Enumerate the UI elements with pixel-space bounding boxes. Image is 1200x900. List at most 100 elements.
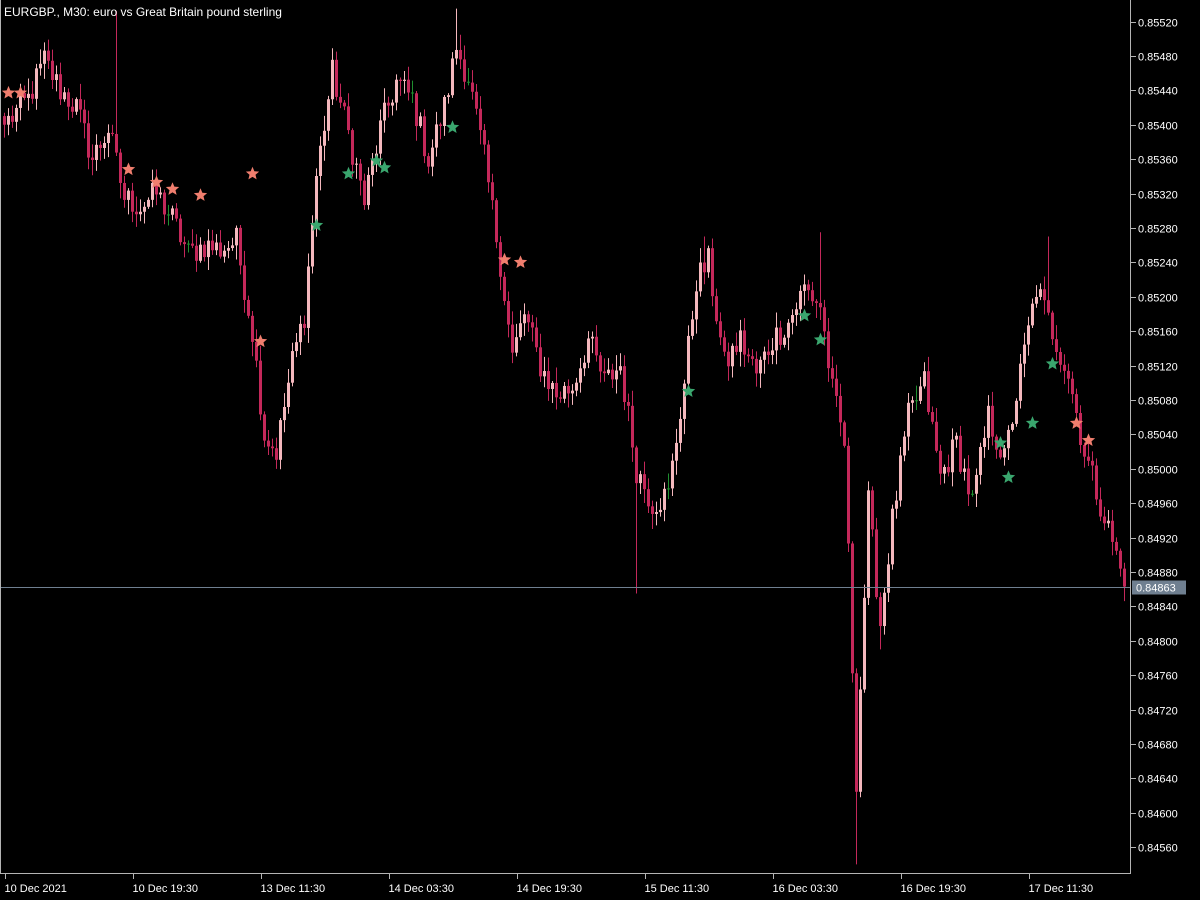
candle-body (355, 163, 358, 165)
price-tick-label: 0.84560 (1138, 843, 1178, 855)
price-tick-label: 0.84880 (1138, 568, 1178, 580)
candle-body (1007, 429, 1010, 449)
candle-body (391, 102, 394, 106)
candle-body (135, 211, 138, 215)
candle-body (1059, 352, 1062, 365)
candle-body (59, 74, 62, 100)
candle-body (363, 180, 366, 206)
candle-body (243, 265, 246, 300)
candle-body (911, 400, 914, 403)
candle-body (1079, 413, 1082, 445)
candle-body (195, 245, 198, 261)
candle (859, 676, 862, 798)
candle-body (107, 132, 110, 143)
candle-body (83, 109, 86, 124)
candle-body (475, 91, 478, 109)
candle-body (1071, 378, 1074, 395)
candle-body (779, 327, 782, 345)
candle-body (87, 123, 90, 158)
candle-body (999, 449, 1002, 458)
candle-body (207, 240, 210, 258)
candle-body (1039, 289, 1042, 297)
candle-body (115, 133, 118, 153)
candle-body (487, 144, 490, 183)
candle-body (727, 351, 730, 367)
price-tick-label: 0.84800 (1138, 637, 1178, 649)
candle-body (1099, 499, 1102, 517)
time-tick-label: 14 Dec 19:30 (517, 883, 582, 895)
candle (495, 198, 498, 249)
price-chart[interactable]: 0.85520 0.85480 0.85440 0.85400 0.85360 0.853… (0, 0, 1200, 900)
candle-body (755, 358, 758, 374)
candle-body (347, 106, 350, 131)
candle-body (467, 81, 470, 83)
candle-body (975, 474, 978, 494)
candle-body (1035, 296, 1038, 304)
candle-body (895, 500, 898, 509)
candle-body (1123, 568, 1126, 587)
candle-body (119, 152, 122, 183)
candle-body (931, 412, 934, 422)
candle-body (771, 350, 774, 356)
candle-body (203, 244, 206, 258)
time-tick-label: 15 Dec 11:30 (645, 883, 710, 895)
candle-body (191, 243, 194, 246)
candle-body (91, 157, 94, 160)
candle-body (507, 301, 510, 325)
candle-body (271, 446, 274, 449)
candle-body (295, 342, 298, 352)
candle-body (795, 309, 798, 316)
time-tick-label: 16 Dec 03:30 (773, 883, 838, 895)
candle-body (55, 74, 58, 81)
candle-body (783, 337, 786, 345)
candle-body (907, 402, 910, 437)
candle-body (1115, 541, 1118, 551)
candle-body (307, 266, 310, 328)
candle-body (167, 214, 170, 216)
candle-body (1103, 516, 1106, 524)
candle-body (427, 156, 430, 167)
candle-body (451, 58, 454, 96)
candle-body (367, 174, 370, 206)
candle-body (287, 382, 290, 407)
price-tick-label: 0.85480 (1138, 52, 1178, 64)
candle-body (1107, 520, 1110, 524)
candle-body (567, 385, 570, 394)
candle-body (519, 323, 522, 338)
candle-body (1067, 370, 1070, 379)
candle-body (431, 147, 434, 167)
candle-body (471, 82, 474, 92)
time-tick-label: 10 Dec 19:30 (133, 883, 198, 895)
candle (875, 517, 878, 600)
candle-body (343, 102, 346, 107)
candle-body (275, 448, 278, 460)
price-tick-label: 0.85400 (1138, 121, 1178, 133)
candle-body (1083, 444, 1086, 457)
candle-body (575, 382, 578, 391)
candle-body (859, 689, 862, 792)
candle-body (743, 330, 746, 355)
price-tick-label: 0.85240 (1138, 258, 1178, 270)
candle-body (1011, 423, 1014, 430)
price-tick-label: 0.85120 (1138, 362, 1178, 374)
candle-body (1075, 394, 1078, 414)
candle-body (723, 337, 726, 352)
candle-body (839, 395, 842, 423)
candle-body (211, 240, 214, 251)
candle-body (131, 190, 134, 212)
candle-body (587, 338, 590, 363)
candle-body (319, 145, 322, 177)
candle-body (535, 327, 538, 348)
candle-body (891, 508, 894, 565)
price-tick-label: 0.84720 (1138, 706, 1178, 718)
candle-body (599, 355, 602, 372)
candle-body (423, 116, 426, 157)
candle-body (143, 206, 146, 212)
candle-body (1027, 325, 1030, 345)
candle-body (1043, 289, 1046, 301)
candle-body (967, 468, 970, 495)
price-tick-label: 0.85320 (1138, 190, 1178, 202)
candle-body (767, 351, 770, 356)
candle-body (1055, 339, 1058, 353)
candle-body (927, 371, 930, 413)
